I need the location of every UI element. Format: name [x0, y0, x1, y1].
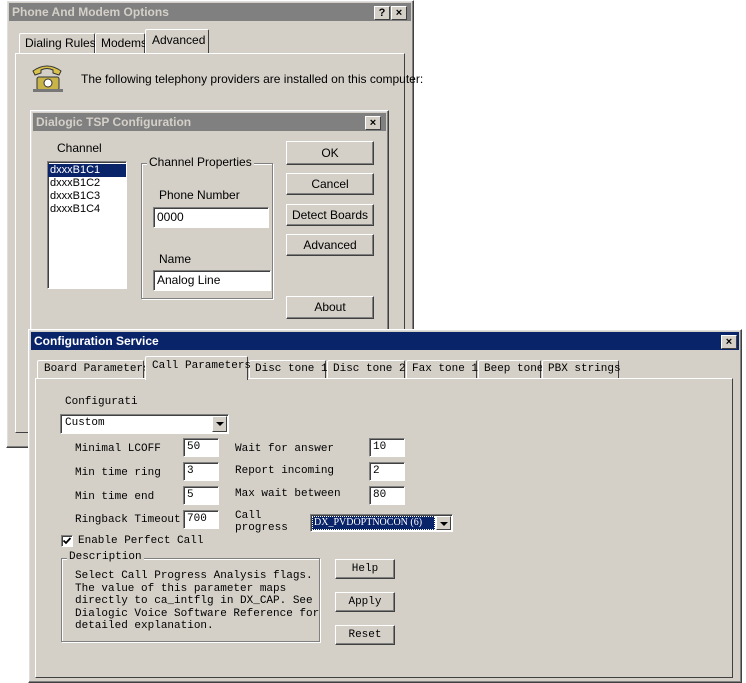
close-caption-button[interactable]: × — [391, 6, 407, 20]
call-progress-value: DX_PVDOPTNOCON (6) — [314, 517, 423, 528]
ringback-timeout-value: 700 — [187, 513, 207, 525]
checkmark-icon — [62, 537, 72, 545]
enable-perfect-call-label: Enable Perfect Call — [78, 535, 204, 547]
channel-properties-label: Channel Properties — [147, 155, 254, 169]
tab-advanced[interactable]: Advanced — [145, 29, 209, 54]
call-progress-label-line2: progress — [235, 522, 288, 534]
channel-list[interactable]: dxxxB1C1 dxxxB1C2 dxxxB1C3 dxxxB1C4 — [47, 161, 127, 289]
cancel-button[interactable]: Cancel — [286, 173, 374, 195]
report-incoming-label: Report incoming — [235, 465, 335, 477]
configurati-label: Configurati — [65, 396, 138, 408]
tab-fax-tone-1[interactable]: Fax tone 1 — [406, 360, 479, 379]
phone-number-label: Phone Number — [159, 188, 240, 202]
tab-beep-tone[interactable]: Beep tone — [478, 360, 544, 379]
minimal-lcoff-value: 50 — [187, 441, 201, 453]
call-progress-selected: DX_PVDOPTNOCON (6) — [312, 516, 435, 530]
tsp-window: Dialogic TSP Configuration × Channel dxx… — [30, 110, 389, 336]
min-time-ring-field[interactable]: 3 — [183, 462, 219, 481]
description-label: Description — [67, 551, 144, 563]
phone-number-field[interactable]: 0000 — [153, 207, 269, 228]
phone-number-value: 0000 — [157, 210, 184, 224]
ringback-timeout-field[interactable]: 700 — [183, 510, 219, 529]
ok-button[interactable]: OK — [286, 141, 374, 165]
tab-dialing-rules-label: Dialing Rules — [25, 36, 96, 50]
config-window: Configuration Service × Board Parameters… — [28, 329, 742, 683]
tab-board-parameters[interactable]: Board Parameters — [37, 360, 150, 379]
tab-disc-tone-1-label: Disc tone 1 — [255, 363, 328, 375]
call-progress-label-line1: Call — [235, 510, 262, 522]
phone-modem-title: Phone And Modem Options — [12, 5, 169, 19]
chevron-down-icon[interactable] — [436, 516, 451, 530]
chevron-down-icon[interactable] — [212, 416, 227, 432]
channel-item[interactable]: dxxxB1C1 — [48, 164, 126, 177]
providers-description: The following telephony providers are in… — [81, 72, 424, 86]
description-text: Select Call Progress Analysis flags. The… — [75, 570, 320, 632]
min-time-end-value: 5 — [187, 489, 194, 501]
channel-item[interactable]: dxxxB1C2 — [48, 177, 126, 190]
telephone-icon — [29, 61, 65, 93]
tab-disc-tone-1[interactable]: Disc tone 1 — [249, 360, 328, 379]
help-button[interactable]: Help — [335, 559, 395, 579]
help-caption-button[interactable]: ? — [374, 6, 390, 20]
tab-disc-tone-2[interactable]: Disc tone 2 — [327, 360, 406, 379]
tab-board-parameters-label: Board Parameters — [44, 363, 150, 375]
configurati-value: Custom — [65, 417, 105, 429]
tab-beep-tone-label: Beep tone — [484, 363, 544, 375]
tab-call-parameters[interactable]: Call Parameters — [145, 356, 252, 380]
reset-button[interactable]: Reset — [335, 625, 395, 645]
tsp-close-button[interactable]: × — [365, 116, 381, 130]
phone-modem-titlebar: Phone And Modem Options — [9, 3, 411, 21]
tsp-titlebar: Dialogic TSP Configuration — [33, 113, 386, 131]
name-field[interactable]: Analog Line — [153, 270, 271, 291]
tab-call-parameters-label: Call Parameters — [152, 360, 252, 372]
tab-pbx-strings[interactable]: PBX strings — [542, 360, 621, 379]
about-button[interactable]: About — [286, 296, 374, 319]
configurati-dropdown[interactable]: Custom — [60, 414, 229, 434]
detect-boards-button[interactable]: Detect Boards — [286, 204, 374, 226]
tab-modems[interactable]: Modems — [95, 33, 148, 53]
call-progress-dropdown[interactable]: DX_PVDOPTNOCON (6) — [310, 514, 453, 532]
tab-fax-tone-1-label: Fax tone 1 — [412, 363, 479, 375]
tab-modems-label: Modems — [101, 36, 148, 50]
min-time-end-label: Min time end — [75, 491, 155, 503]
report-incoming-field[interactable]: 2 — [369, 462, 405, 481]
channel-label: Channel — [57, 141, 102, 155]
tab-disc-tone-2-label: Disc tone 2 — [333, 363, 406, 375]
tab-dialing-rules[interactable]: Dialing Rules — [19, 33, 96, 53]
config-title: Configuration Service — [34, 334, 159, 348]
tsp-title: Dialogic TSP Configuration — [36, 115, 192, 129]
minimal-lcoff-field[interactable]: 50 — [183, 438, 219, 457]
name-label: Name — [159, 252, 192, 266]
min-time-ring-value: 3 — [187, 465, 194, 477]
advanced-button[interactable]: Advanced — [286, 234, 374, 256]
tab-advanced-label: Advanced — [152, 33, 206, 47]
max-wait-between-label: Max wait between — [235, 488, 341, 500]
wait-for-answer-label: Wait for answer — [235, 443, 335, 455]
min-time-end-field[interactable]: 5 — [183, 486, 219, 505]
channel-item[interactable]: dxxxB1C4 — [48, 203, 126, 216]
config-close-button[interactable]: × — [721, 335, 737, 349]
tab-pbx-strings-label: PBX strings — [548, 363, 621, 375]
enable-perfect-call-checkbox[interactable] — [61, 535, 73, 547]
name-value: Analog Line — [157, 273, 221, 287]
config-titlebar: Configuration Service — [31, 332, 739, 350]
min-time-ring-label: Min time ring — [75, 467, 161, 479]
max-wait-between-field[interactable]: 80 — [369, 486, 405, 505]
report-incoming-value: 2 — [373, 465, 380, 477]
channel-item[interactable]: dxxxB1C3 — [48, 190, 126, 203]
ringback-timeout-label: Ringback Timeout — [75, 514, 181, 526]
wait-for-answer-value: 10 — [373, 441, 387, 453]
max-wait-between-value: 80 — [373, 489, 387, 501]
wait-for-answer-field[interactable]: 10 — [369, 438, 405, 457]
minimal-lcoff-label: Minimal LCOFF — [75, 443, 161, 455]
apply-button[interactable]: Apply — [335, 592, 395, 612]
